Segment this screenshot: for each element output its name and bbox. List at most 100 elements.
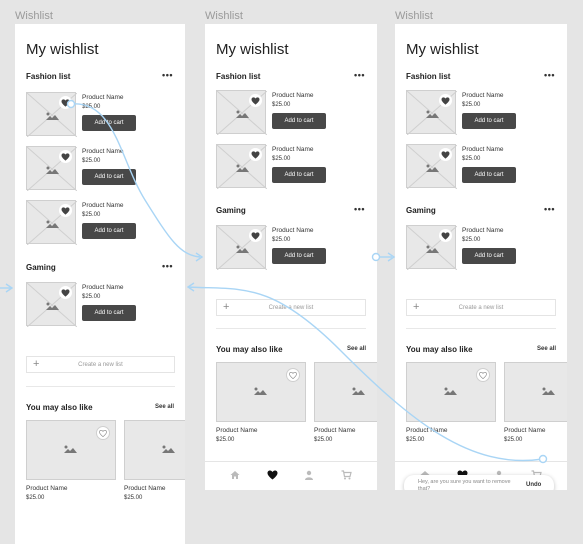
heart-icon[interactable] [249,229,262,242]
heart-icon[interactable] [59,150,72,163]
create-new-list-label: Create a new list [458,304,504,311]
create-new-list-label: Create a new list [78,361,123,368]
product-price: $25.00 [82,104,101,110]
see-all-link[interactable]: See all [155,404,174,410]
cart-icon[interactable] [339,468,353,482]
recommended-product-image[interactable] [504,362,567,422]
image-placeholder-icon [46,166,59,174]
fashion-list-title: Fashion list [26,72,71,81]
heart-outline-icon[interactable] [476,368,490,382]
image-placeholder-icon [426,110,439,118]
recommended-product-price: $25.00 [504,437,523,443]
heart-icon[interactable] [249,148,262,161]
recommended-product-image[interactable] [124,420,185,480]
plus-icon: + [413,301,420,313]
product-price: $25.00 [82,294,101,300]
wishlist-item: Product Name $25.00 Add to cart [26,146,185,192]
add-to-cart-button[interactable]: Add to cart [82,305,136,321]
page-title: My wishlist [216,41,289,58]
wishlist-screen-2: My wishlist Fashion list ••• Product Nam… [205,24,377,490]
add-to-cart-button[interactable]: Add to cart [462,248,516,264]
create-new-list-button[interactable]: + Create a new list [26,356,175,373]
wishlist-item: Product Name $25.00 Add to cart [216,225,376,271]
heart-icon[interactable] [59,204,72,217]
gaming-list-menu-button[interactable]: ••• [162,262,173,271]
product-image [216,144,267,189]
image-placeholder-icon [236,164,249,172]
frame-label-3: Wishlist [395,10,433,22]
recommendations-title: You may also like [216,345,283,354]
product-price: $25.00 [272,102,291,108]
create-new-list-button[interactable]: + Create a new list [216,299,366,316]
add-to-cart-button[interactable]: Add to cart [462,113,516,129]
wishlist-item: Product Name $25.00 Add to cart [406,225,566,271]
recommended-product-price: $25.00 [314,437,333,443]
heart-outline-icon[interactable] [286,368,300,382]
image-placeholder-icon [64,445,77,453]
image-placeholder-icon [352,387,365,395]
product-name: Product Name [82,202,124,209]
recommended-product-name: Product Name [216,427,258,434]
heart-icon[interactable] [265,468,279,482]
heart-icon[interactable] [439,94,452,107]
product-image [406,90,457,135]
image-placeholder-icon [46,220,59,228]
product-image [26,146,77,191]
wishlist-item: Product Name $25.00 Add to cart [26,200,185,246]
image-placeholder-icon [46,112,59,120]
add-to-cart-button[interactable]: Add to cart [462,167,516,183]
heart-icon[interactable] [249,94,262,107]
fashion-list-menu-button[interactable]: ••• [162,71,173,80]
recommended-product-name: Product Name [26,485,68,492]
add-to-cart-button[interactable]: Add to cart [82,115,136,131]
home-icon[interactable] [228,468,242,482]
recommended-product-image[interactable] [406,362,496,422]
image-placeholder-icon [542,387,555,395]
page-title: My wishlist [26,41,99,58]
add-to-cart-button[interactable]: Add to cart [82,169,136,185]
gaming-list-menu-button[interactable]: ••• [544,205,555,214]
image-placeholder-icon [236,110,249,118]
fashion-list-menu-button[interactable]: ••• [544,71,555,80]
product-price: $25.00 [272,237,291,243]
recommended-product-image[interactable] [26,420,116,480]
add-to-cart-button[interactable]: Add to cart [82,223,136,239]
undo-button[interactable]: Undo [526,482,541,488]
recommended-product-image[interactable] [314,362,377,422]
product-name: Product Name [272,146,314,153]
add-to-cart-button[interactable]: Add to cart [272,113,326,129]
image-placeholder-icon [236,245,249,253]
recommended-product-name: Product Name [406,427,448,434]
image-placeholder-icon [426,164,439,172]
heart-icon[interactable] [439,229,452,242]
fashion-list-menu-button[interactable]: ••• [354,71,365,80]
add-to-cart-button[interactable]: Add to cart [272,167,326,183]
gaming-list-menu-button[interactable]: ••• [354,205,365,214]
product-price: $25.00 [462,102,481,108]
product-price: $25.00 [272,156,291,162]
product-name: Product Name [82,284,124,291]
create-new-list-button[interactable]: + Create a new list [406,299,556,316]
see-all-link[interactable]: See all [537,346,556,352]
wishlist-item: Product Name $25.00 Add to cart [26,282,185,328]
plus-icon: + [223,301,230,313]
product-image [216,90,267,135]
see-all-link[interactable]: See all [347,346,366,352]
recommended-product-image[interactable] [216,362,306,422]
divider [216,328,366,329]
heart-icon[interactable] [439,148,452,161]
product-name: Product Name [462,146,504,153]
recommended-product-name: Product Name [314,427,356,434]
add-to-cart-button[interactable]: Add to cart [272,248,326,264]
recommended-product-price: $25.00 [406,437,425,443]
user-icon[interactable] [302,468,316,482]
wishlist-item: Product Name $25.00 Add to cart [406,90,566,136]
create-new-list-label: Create a new list [268,304,314,311]
heart-icon[interactable] [59,96,72,109]
heart-icon[interactable] [59,286,72,299]
fashion-list-title: Fashion list [216,72,261,81]
heart-outline-icon[interactable] [96,426,110,440]
recommended-product-price: $25.00 [216,437,235,443]
frame-label-1: Wishlist [15,10,53,22]
frame-label-2: Wishlist [205,10,243,22]
